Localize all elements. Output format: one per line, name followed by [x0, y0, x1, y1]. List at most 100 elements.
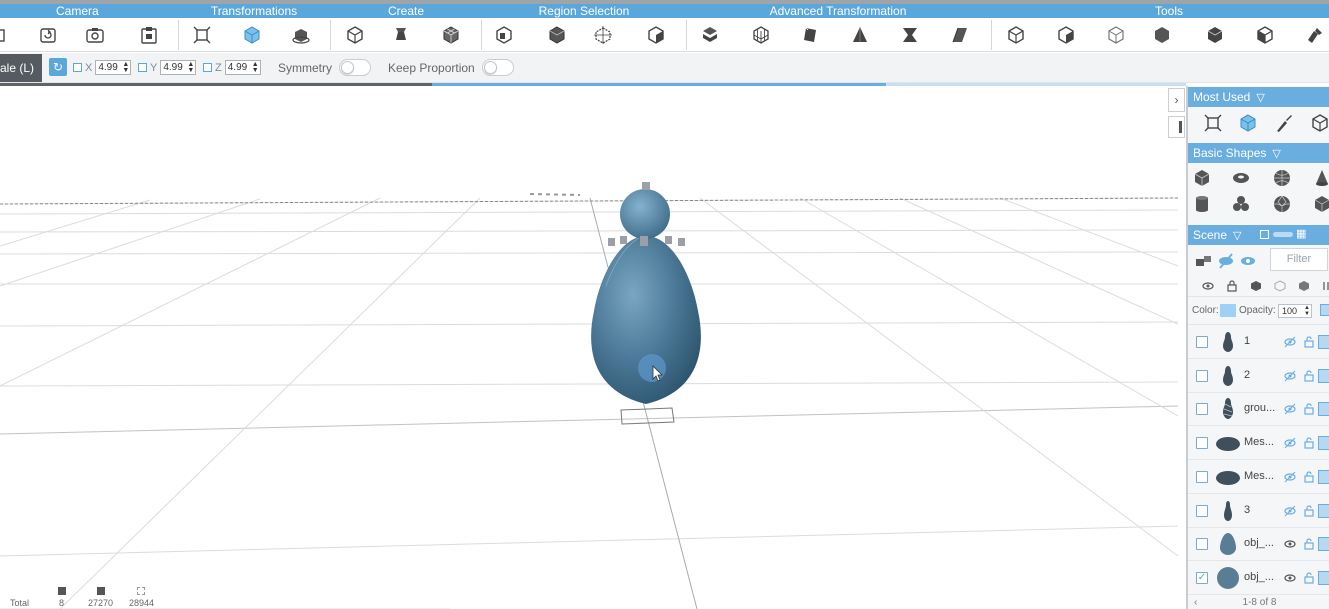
hidden-eye-icon[interactable]: [1284, 336, 1296, 348]
scene-object-row[interactable]: 3: [1188, 494, 1329, 528]
category-region-selection[interactable]: Region Selection: [535, 4, 633, 18]
rotate-object-icon[interactable]: [291, 25, 311, 45]
adv-lattice-icon[interactable]: [751, 25, 771, 45]
hidden-eye-icon[interactable]: [1284, 403, 1296, 415]
adv-taper-icon[interactable]: [850, 25, 870, 45]
solid-column-icon[interactable]: [1250, 280, 1262, 292]
cube-shape-icon[interactable]: [1192, 168, 1212, 188]
adv-pinch-icon[interactable]: [900, 25, 920, 45]
object-name[interactable]: 2: [1244, 369, 1280, 381]
row-checkbox[interactable]: ✓: [1196, 571, 1208, 584]
object-name[interactable]: grou...: [1244, 402, 1280, 414]
hidden-eye-icon[interactable]: [1284, 505, 1296, 517]
category-advanced-transformation[interactable]: Advanced Transformation: [763, 4, 913, 18]
object-color-chip[interactable]: [1318, 402, 1329, 417]
lock-column-icon[interactable]: [1226, 280, 1238, 292]
z-scale-spinner[interactable]: ▲ ▼: [252, 61, 259, 74]
more-column-icon[interactable]: [1322, 280, 1329, 292]
unlock-icon[interactable]: [1304, 538, 1314, 550]
z-scale-input[interactable]: 4.99 ▲ ▼: [224, 60, 261, 75]
category-tools[interactable]: Tools: [1149, 4, 1189, 18]
object-name[interactable]: obj_...: [1244, 571, 1280, 583]
visible-eye-icon[interactable]: [1284, 538, 1296, 550]
unlock-icon[interactable]: [1304, 572, 1314, 584]
cylinder-shape-icon[interactable]: [1192, 194, 1212, 214]
region-box-icon[interactable]: [494, 25, 514, 45]
y-scale-input[interactable]: 4.99 ▲ ▼: [160, 60, 197, 75]
symmetry-toggle[interactable]: [339, 59, 371, 76]
adv-skew-icon[interactable]: [950, 25, 970, 45]
row-checkbox[interactable]: [1196, 437, 1208, 450]
object-color-chip[interactable]: [1318, 335, 1329, 349]
scene-header[interactable]: Scene ▽ ▦: [1188, 225, 1329, 245]
category-create[interactable]: Create: [384, 4, 428, 18]
object-color-chip[interactable]: [1318, 469, 1329, 484]
paste-icon[interactable]: [139, 25, 159, 45]
show-all-eye-icon[interactable]: [1238, 251, 1258, 271]
snapshot-icon[interactable]: [85, 25, 105, 45]
wire-column-icon[interactable]: [1274, 280, 1286, 292]
region-invert-icon[interactable]: [646, 25, 666, 45]
scene-canvas[interactable]: [0, 86, 1178, 609]
prev-page-icon[interactable]: ‹: [1194, 596, 1197, 609]
category-camera[interactable]: Camera: [56, 4, 99, 18]
hidden-eye-icon[interactable]: [1284, 437, 1296, 449]
z-axis-checkbox[interactable]: [203, 63, 212, 72]
category-transformations[interactable]: Transformations: [205, 4, 303, 18]
unlock-icon[interactable]: [1304, 336, 1314, 348]
unlock-icon[interactable]: [1304, 471, 1314, 483]
region-plane-icon[interactable]: [547, 25, 567, 45]
spheres-group-icon[interactable]: [1231, 194, 1251, 214]
row-checkbox[interactable]: [1196, 403, 1208, 416]
object-name[interactable]: obj_...: [1244, 537, 1280, 549]
visibility-column-icon[interactable]: [1202, 280, 1214, 292]
3d-viewport[interactable]: Total 8 27270 28944: [0, 86, 1178, 609]
object-color-chip[interactable]: [1318, 436, 1329, 451]
panel-toggle-button[interactable]: [1168, 116, 1185, 138]
scene-object-row[interactable]: 1: [1188, 325, 1329, 359]
visible-eye-icon[interactable]: [1284, 572, 1296, 584]
scene-object-row[interactable]: Mes...: [1188, 426, 1329, 461]
object-color-chip[interactable]: [1318, 570, 1329, 585]
row-checkbox[interactable]: [1196, 470, 1208, 483]
polyhedron-shape-icon[interactable]: [1312, 194, 1329, 214]
sphere-shape-icon[interactable]: [1272, 168, 1292, 188]
tool-cube-icon[interactable]: [1056, 25, 1076, 45]
x-axis-checkbox[interactable]: [73, 63, 82, 72]
row-checkbox[interactable]: [1196, 369, 1208, 382]
hide-toggle-icon[interactable]: [1216, 251, 1236, 271]
row-checkbox[interactable]: [1196, 504, 1208, 517]
cone-shape-icon[interactable]: [1312, 168, 1329, 188]
rotate-view-icon[interactable]: [38, 25, 58, 45]
tool-cube2-icon[interactable]: [1255, 25, 1275, 45]
opacity-spinner[interactable]: ▲ ▼: [1304, 305, 1310, 317]
tool-box-icon[interactable]: [1006, 25, 1026, 45]
scene-filter-input[interactable]: Filter: [1270, 248, 1328, 271]
brush-icon[interactable]: [1274, 113, 1294, 133]
tool-dodeca-icon[interactable]: [1152, 25, 1172, 45]
basic-shapes-header[interactable]: Basic Shapes ▽: [1188, 143, 1329, 163]
collapse-panel-button[interactable]: ›: [1168, 88, 1185, 112]
object-color-chip[interactable]: [1318, 537, 1329, 552]
row-checkbox[interactable]: [1196, 336, 1208, 348]
subdivide-icon[interactable]: [441, 25, 461, 45]
scale-cube-icon[interactable]: [242, 25, 262, 45]
shade-column-icon[interactable]: [1298, 280, 1310, 292]
create-box-icon[interactable]: [345, 25, 365, 45]
list-view-icon[interactable]: [1260, 230, 1269, 239]
object-color-swatch[interactable]: [1220, 304, 1236, 317]
create-box-icon[interactable]: [1310, 113, 1329, 133]
row-checkbox[interactable]: [1196, 538, 1208, 551]
object-color-chip[interactable]: [1318, 503, 1329, 518]
reset-scale-button[interactable]: ↻: [49, 58, 67, 76]
torus-shape-icon[interactable]: [1231, 168, 1251, 188]
scene-object-row[interactable]: grou...: [1188, 392, 1329, 427]
view-slider[interactable]: [1273, 232, 1293, 237]
scene-object-row[interactable]: 2: [1188, 359, 1329, 393]
adv-twist-icon[interactable]: [800, 25, 820, 45]
object-name[interactable]: 1: [1244, 335, 1280, 347]
selected-object-model[interactable]: [591, 189, 701, 404]
most-used-header[interactable]: Most Used ▽: [1188, 87, 1329, 107]
object-name[interactable]: Mes...: [1244, 436, 1280, 448]
extrude-icon[interactable]: [391, 25, 411, 45]
